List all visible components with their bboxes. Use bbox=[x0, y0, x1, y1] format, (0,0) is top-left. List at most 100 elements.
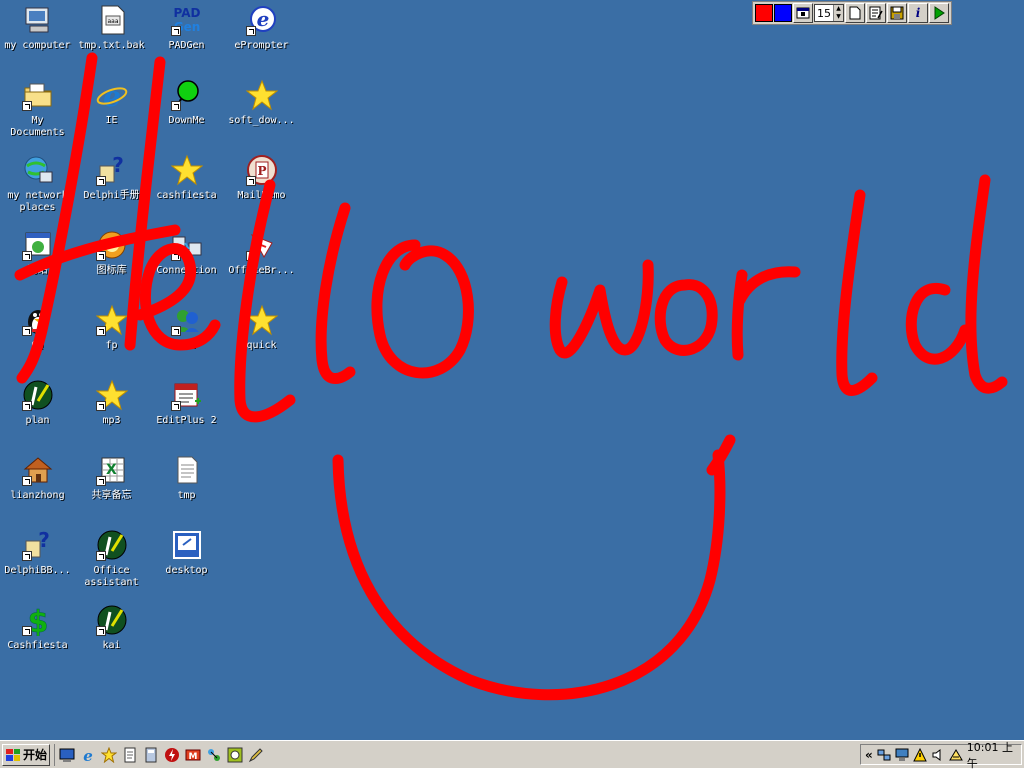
desktop-icon[interactable]: soft_dow... bbox=[224, 77, 299, 127]
input-method-tray-icon[interactable] bbox=[948, 748, 963, 762]
desktop-icon[interactable]: 网站 bbox=[0, 227, 75, 277]
desktop-icon[interactable]: ? Delphi手册 bbox=[74, 152, 149, 202]
stroke-l2 bbox=[315, 202, 356, 384]
play-icon[interactable] bbox=[929, 3, 949, 23]
ie-icon[interactable]: e bbox=[80, 747, 96, 763]
tray-expand-button[interactable]: « bbox=[865, 748, 873, 762]
clock[interactable]: 10:01 上午 bbox=[967, 739, 1015, 771]
star-icon bbox=[245, 79, 278, 111]
desktop-icon[interactable]: cashfiesta bbox=[149, 152, 224, 202]
padgen-icon: PAD Gen bbox=[170, 4, 203, 36]
desktop-icon[interactable]: P MailDemo bbox=[224, 152, 299, 202]
office-icon bbox=[245, 229, 278, 261]
desktop-icon[interactable]: desktop bbox=[149, 527, 224, 577]
edit-icon[interactable] bbox=[866, 3, 886, 23]
red-color-swatch[interactable] bbox=[755, 4, 773, 22]
desktop-icon[interactable]: QQ bbox=[0, 302, 75, 352]
shortcut-arrow-icon bbox=[95, 551, 106, 561]
shortcut-arrow-icon bbox=[21, 626, 32, 636]
msn-icon bbox=[170, 304, 203, 336]
desktop-icon[interactable]: X 共享备忘 bbox=[74, 452, 149, 502]
desktop-icon[interactable]: My Documents bbox=[0, 77, 75, 139]
desktop-icon-label: tmp bbox=[177, 490, 196, 501]
pen-icon[interactable] bbox=[248, 747, 264, 763]
shortcut-arrow-icon bbox=[170, 101, 181, 111]
shortcut-arrow-icon bbox=[170, 401, 181, 411]
pen-size-stepper[interactable]: 15 ▲ ▼ bbox=[814, 4, 844, 22]
shortcut-arrow-icon bbox=[21, 401, 32, 411]
show-desktop-icon[interactable] bbox=[59, 747, 75, 763]
desktop-icon[interactable]: mp3 bbox=[74, 377, 149, 427]
desktop-icon[interactable]: my computer bbox=[0, 2, 75, 52]
desktop-icon[interactable]: aaa tmp.txt.bak bbox=[74, 2, 149, 52]
editplus-icon bbox=[170, 379, 203, 411]
window-icon[interactable] bbox=[793, 3, 813, 23]
desktop-icon-label: cashfiesta bbox=[156, 190, 217, 201]
desktop-icon[interactable]: Connection bbox=[149, 227, 224, 277]
desktop-icon-label: soft_dow... bbox=[228, 115, 295, 126]
blue-color-swatch[interactable] bbox=[774, 4, 792, 22]
start-label: 开始 bbox=[23, 748, 48, 762]
desktop-icon[interactable]: PAD Gen PADGen bbox=[149, 2, 224, 52]
desktop-icon[interactable]: kai bbox=[74, 602, 149, 652]
stroke-d-stem bbox=[965, 174, 1008, 394]
plan-icon bbox=[95, 604, 128, 636]
flash-icon[interactable] bbox=[164, 747, 180, 763]
desktop[interactable]: my computer aaa tmp.txt.bak PAD Gen PADGen e eP… bbox=[0, 0, 1024, 740]
shortcut-arrow-icon bbox=[245, 251, 256, 261]
desktop-icon-label: My Documents bbox=[10, 115, 65, 138]
desktop-icon[interactable]: Office assistant bbox=[74, 527, 149, 589]
stroke-w bbox=[549, 259, 654, 359]
desktop-icon[interactable]: e IE bbox=[74, 77, 149, 127]
desktop-icon[interactable]: $ Cashfiesta bbox=[0, 602, 75, 652]
network-icon[interactable] bbox=[206, 747, 222, 763]
excel-icon: X bbox=[95, 454, 128, 486]
desktop-icon[interactable]: 图标库 bbox=[74, 227, 149, 277]
mail-icon[interactable]: M bbox=[185, 747, 201, 763]
desktop-icon[interactable]: OfficeBr... bbox=[224, 227, 299, 277]
icon-library-icon bbox=[95, 229, 128, 261]
desktop-icon[interactable]: tmp bbox=[149, 452, 224, 502]
calculator-icon[interactable] bbox=[143, 747, 159, 763]
desktop-icon-label: Delphi手册 bbox=[83, 190, 140, 201]
desktop-icon-label: Connection bbox=[156, 265, 217, 276]
new-page-icon[interactable] bbox=[845, 3, 865, 23]
desktop-icon-label: plan bbox=[25, 415, 50, 426]
star-icon[interactable] bbox=[101, 746, 117, 763]
desktop-icon[interactable]: fp bbox=[74, 302, 149, 352]
save-icon[interactable] bbox=[887, 3, 907, 23]
desktop-icon[interactable]: DownMe bbox=[149, 77, 224, 127]
desktop-icon-label: quick bbox=[246, 340, 277, 351]
info-icon[interactable]: i bbox=[908, 3, 928, 23]
network-tray-icon[interactable] bbox=[877, 748, 891, 762]
stroke-l1 bbox=[234, 179, 296, 423]
connection-icon bbox=[170, 229, 203, 261]
desktop-icon[interactable]: my network places bbox=[0, 152, 75, 214]
desktop-icon[interactable]: lianzhong bbox=[0, 452, 75, 502]
desktop-icon-label: my network places bbox=[7, 190, 68, 213]
desktop-icon[interactable]: EditPlus 2 bbox=[149, 377, 224, 427]
clock-icon[interactable] bbox=[227, 747, 243, 763]
computer-tray-icon[interactable] bbox=[895, 748, 909, 762]
help-icon: ? bbox=[21, 529, 54, 561]
shortcut-arrow-icon bbox=[21, 476, 32, 486]
desktop-icon-label: lianzhong bbox=[10, 490, 65, 501]
svg-text:e: e bbox=[103, 80, 121, 111]
desktop-icon[interactable]: MSN bbox=[149, 302, 224, 352]
desktop-icon-label: fp bbox=[105, 340, 118, 351]
desktop-icon[interactable]: quick bbox=[224, 302, 299, 352]
green-ball-icon bbox=[170, 79, 203, 111]
svg-text:X: X bbox=[106, 462, 117, 478]
desktop-icon-label: ePrompter bbox=[234, 40, 289, 51]
start-button[interactable]: 开始 bbox=[2, 743, 50, 766]
volume-tray-icon[interactable] bbox=[931, 748, 945, 762]
notepad-icon[interactable] bbox=[122, 747, 138, 763]
desktop-icon[interactable]: e ePrompter bbox=[224, 2, 299, 52]
desktop-icon[interactable]: plan bbox=[0, 377, 75, 427]
pen-size-spinner[interactable]: ▲ ▼ bbox=[833, 5, 843, 21]
desktop-icon[interactable]: ? DelphiBB... bbox=[0, 527, 75, 577]
network-icon bbox=[22, 154, 54, 186]
mail-demo-icon: P bbox=[245, 154, 278, 186]
desktop-icon-label: Office assistant bbox=[84, 565, 139, 588]
warning-tray-icon[interactable] bbox=[912, 747, 927, 762]
